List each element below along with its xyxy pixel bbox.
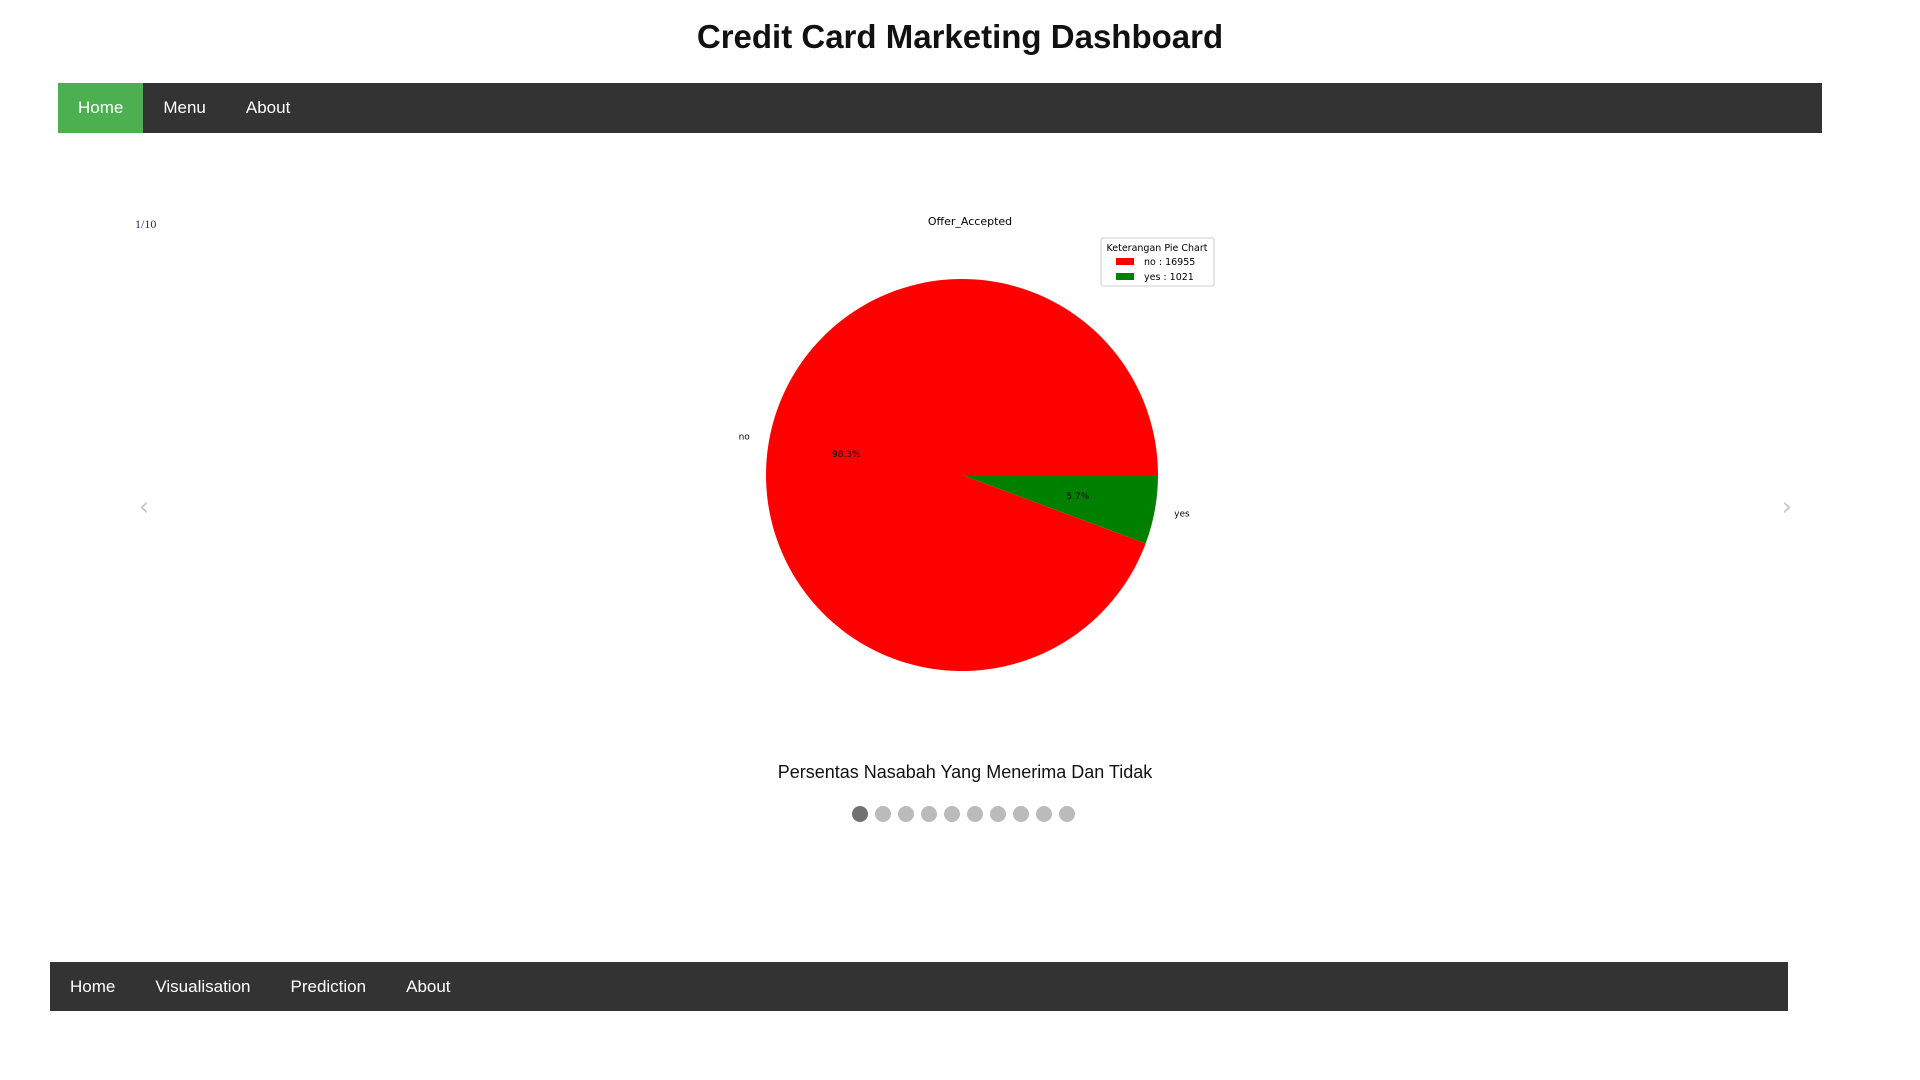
slide-dot[interactable]	[1013, 806, 1029, 822]
slide-dot[interactable]	[944, 806, 960, 822]
slide-dot[interactable]	[1059, 806, 1075, 822]
prev-slide-button[interactable]: ‹	[129, 492, 159, 522]
slide-number: 1/10	[135, 217, 157, 231]
footer-home-link[interactable]: Home	[50, 962, 135, 1011]
legend-title: Keterangan Pie Chart	[1107, 243, 1208, 254]
next-slide-button[interactable]: ›	[1772, 492, 1802, 522]
footer-about-link[interactable]: About	[386, 962, 470, 1011]
pie-pct-label-no: 98.3%	[832, 450, 861, 460]
offer-accepted-pie-chart: Offer_Accepted 5.7% yes 98.3% no Keterangan…	[739, 215, 1215, 672]
legend-entry-no: no : 16955	[1144, 257, 1195, 268]
legend-entry-yes: yes : 1021	[1144, 272, 1194, 283]
slide-dot[interactable]	[1036, 806, 1052, 822]
nav-menu-link[interactable]: Menu	[143, 83, 226, 133]
legend-swatch-yes	[1116, 273, 1134, 280]
legend-swatch-no	[1116, 258, 1134, 265]
pie-slice-label-no: no	[739, 433, 751, 443]
slide-dot[interactable]	[898, 806, 914, 822]
slide-dot[interactable]	[990, 806, 1006, 822]
pie-pct-label-yes: 5.7%	[1066, 492, 1089, 502]
slide-indicator-dots	[852, 806, 1075, 822]
chart-title: Offer_Accepted	[928, 215, 1012, 228]
footer-visualisation-link[interactable]: Visualisation	[135, 962, 270, 1011]
slide-caption: Persentas Nasabah Yang Menerima Dan Tida…	[777, 762, 1153, 782]
footer-navbar: Home Visualisation Prediction About	[50, 962, 1788, 1011]
chart-legend: Keterangan Pie Chart no : 16955 yes : 10…	[1100, 237, 1215, 287]
slide-dot[interactable]	[967, 806, 983, 822]
page-title: Credit Card Marketing Dashboard	[696, 18, 1224, 55]
pie-slice-label-yes: yes	[1174, 509, 1190, 519]
top-navbar: Home Menu About	[58, 83, 1822, 133]
nav-home-link[interactable]: Home	[58, 83, 144, 133]
footer-prediction-link[interactable]: Prediction	[271, 962, 387, 1011]
slide-dot[interactable]	[875, 806, 891, 822]
nav-about-link[interactable]: About	[226, 83, 310, 133]
slide-dot[interactable]	[852, 806, 868, 822]
pie-slices: 5.7% yes 98.3% no	[739, 279, 1190, 672]
slide-dot[interactable]	[921, 806, 937, 822]
